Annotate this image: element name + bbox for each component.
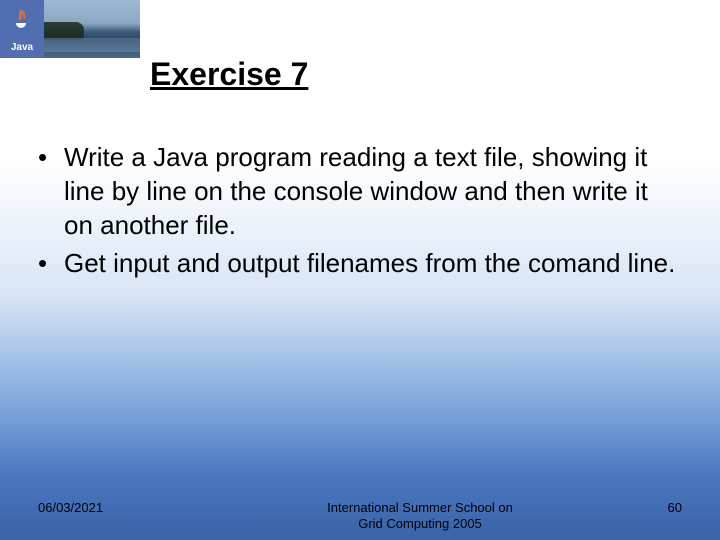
- footer-center-line2: Grid Computing 2005: [358, 516, 482, 531]
- slide: Java Exercise 7 • Write a Java program r…: [0, 0, 720, 540]
- decorative-photo: [44, 0, 140, 58]
- bullet-text: Write a Java program reading a text file…: [64, 140, 684, 242]
- slide-title: Exercise 7: [150, 56, 308, 93]
- footer-center-line1: International Summer School on: [327, 500, 513, 515]
- logo-area: Java: [0, 0, 140, 58]
- bullet-marker: •: [36, 246, 64, 280]
- java-cup-icon: [11, 12, 33, 36]
- bullet-marker: •: [36, 140, 64, 242]
- bullet-text: Get input and output filenames from the …: [64, 246, 675, 280]
- slide-footer: 06/03/2021 International Summer School o…: [0, 500, 720, 532]
- footer-center: International Summer School on Grid Comp…: [238, 500, 602, 532]
- slide-content: • Write a Java program reading a text fi…: [36, 140, 684, 284]
- java-logo-text: Java: [11, 42, 33, 53]
- footer-page-number: 60: [602, 500, 682, 515]
- footer-date: 06/03/2021: [38, 500, 238, 515]
- bullet-item: • Get input and output filenames from th…: [36, 246, 684, 280]
- bullet-item: • Write a Java program reading a text fi…: [36, 140, 684, 242]
- java-logo: Java: [0, 0, 44, 58]
